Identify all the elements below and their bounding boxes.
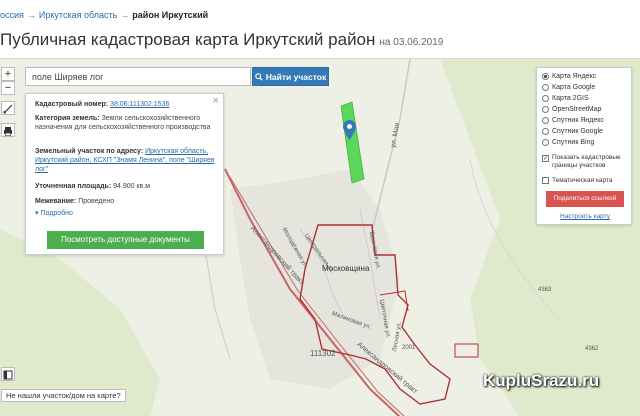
more-details-label: Подробно	[40, 210, 73, 217]
layer-yandex-satellite[interactable]: Спутник Яндекс	[542, 115, 604, 125]
area-row: Уточненная площадь: 94 900 кв.м	[35, 182, 219, 191]
radio-icon[interactable]	[542, 105, 549, 113]
map-label-mark: 4363	[538, 287, 552, 293]
layer-label: Спутник Яндекс	[552, 116, 604, 124]
radio-icon[interactable]	[542, 94, 549, 102]
area-label: Уточненная площадь:	[35, 183, 112, 190]
layer-label: OpenStreetMap	[552, 105, 602, 113]
ruler-icon	[3, 104, 13, 114]
checkbox-icon[interactable]	[542, 176, 549, 184]
layer-label: Карта Яндекс	[552, 72, 597, 80]
breadcrumb-separator: →	[26, 10, 36, 20]
breadcrumb-item-irkutsk-oblast[interactable]: Иркутская область	[39, 10, 117, 20]
address-label: Земельный участок по адресу:	[35, 148, 144, 155]
cadastral-boundaries-toggle[interactable]: ✓ Показать кадастровые границы участков	[542, 154, 630, 172]
radio-icon[interactable]	[542, 138, 549, 146]
radio-selected-icon[interactable]	[542, 72, 549, 80]
chevron-down-icon: ▾	[35, 210, 39, 217]
layer-google-satellite[interactable]: Спутник Google	[542, 126, 603, 136]
watermark: KupluSrazu.ru	[483, 371, 600, 390]
find-parcel-button[interactable]: Найти участок	[252, 67, 329, 86]
layer-google-map[interactable]: Карта Google	[542, 82, 595, 92]
map-pin-icon[interactable]	[343, 120, 356, 140]
layer-label: Карта Google	[552, 83, 596, 91]
view-documents-button[interactable]: Посмотреть доступные документы	[47, 231, 204, 249]
breadcrumb-item-russia[interactable]: оссия	[0, 10, 24, 20]
map-layers-panel: Карта Яндекс Карта Google Карта 2GIS Ope…	[536, 67, 632, 225]
print-icon	[4, 127, 12, 136]
measure-tool-button[interactable]	[1, 101, 15, 115]
map-label-mark: 4362	[585, 346, 599, 352]
survey-value: Проведено	[78, 198, 115, 205]
breadcrumb-separator: →	[120, 10, 130, 20]
print-button[interactable]	[1, 123, 15, 137]
layer-label: Спутник Bing	[552, 138, 595, 146]
layer-yandex-map[interactable]: Карта Яндекс	[542, 71, 596, 81]
more-details-link[interactable]: ▾ Подробно	[35, 209, 73, 217]
parcel-info-panel: × Кадастровый номер: 38:06:111302:1536 К…	[25, 93, 224, 255]
thematic-map-label: Тематическая карта	[552, 176, 613, 184]
layer-openstreetmap[interactable]: OpenStreetMap	[542, 104, 601, 114]
map-label-block: 111302	[310, 349, 336, 358]
zoom-out-button[interactable]: −	[1, 81, 15, 95]
land-category-label: Категория земель:	[35, 115, 100, 122]
page-title-text: Публичная кадастровая карта Иркутский ра…	[0, 30, 376, 49]
address-row: Земельный участок по адресу: Иркутская о…	[35, 147, 219, 174]
cadastral-number-link[interactable]: 38:06:111302:1536	[110, 101, 169, 108]
find-parcel-label: Найти участок	[265, 71, 327, 82]
radio-icon[interactable]	[542, 83, 549, 91]
search-icon	[255, 72, 263, 81]
page-title: Публичная кадастровая карта Иркутский ра…	[0, 30, 443, 50]
map-label-mark: 2001	[402, 345, 416, 351]
layer-bing-satellite[interactable]: Спутник Bing	[542, 137, 594, 147]
checkbox-checked-icon[interactable]: ✓	[542, 155, 549, 162]
expand-panel-button[interactable]	[1, 367, 15, 381]
radio-icon[interactable]	[542, 116, 549, 124]
layer-label: Карта 2GIS	[552, 94, 589, 102]
land-category-row: Категория земель: Земли сельскохозяйстве…	[35, 114, 219, 132]
cadastral-number-label: Кадастровый номер:	[35, 101, 109, 108]
panel-icon	[3, 370, 13, 380]
radio-icon[interactable]	[542, 127, 549, 135]
layer-label: Спутник Google	[552, 127, 603, 135]
search-input[interactable]	[25, 67, 251, 86]
breadcrumb: оссия → Иркутская область → район Иркутский	[0, 10, 208, 20]
share-link-button[interactable]: Поделиться ссылкой	[546, 191, 624, 207]
survey-label: Межевание:	[35, 198, 77, 205]
cadastral-boundaries-label: Показать кадастровые границы участков	[552, 154, 621, 169]
cadastral-number-row: Кадастровый номер: 38:06:111302:1536	[35, 100, 219, 109]
thematic-map-toggle[interactable]: Тематическая карта	[542, 175, 613, 185]
not-found-link[interactable]: Не нашли участок/дом на карте?	[1, 389, 126, 402]
zoom-in-button[interactable]: +	[1, 67, 15, 81]
area-value: 94 900 кв.м	[113, 183, 151, 190]
layer-2gis-map[interactable]: Карта 2GIS	[542, 93, 589, 103]
survey-row: Межевание: Проведено	[35, 197, 219, 206]
breadcrumb-current: район Иркутский	[132, 10, 209, 20]
cadastral-map[interactable]: + − Найти участок × Кадастровый номер: 3…	[0, 58, 640, 416]
configure-map-link[interactable]: Настроить карту	[537, 213, 633, 220]
page-title-date: на 03.06.2019	[379, 37, 444, 48]
